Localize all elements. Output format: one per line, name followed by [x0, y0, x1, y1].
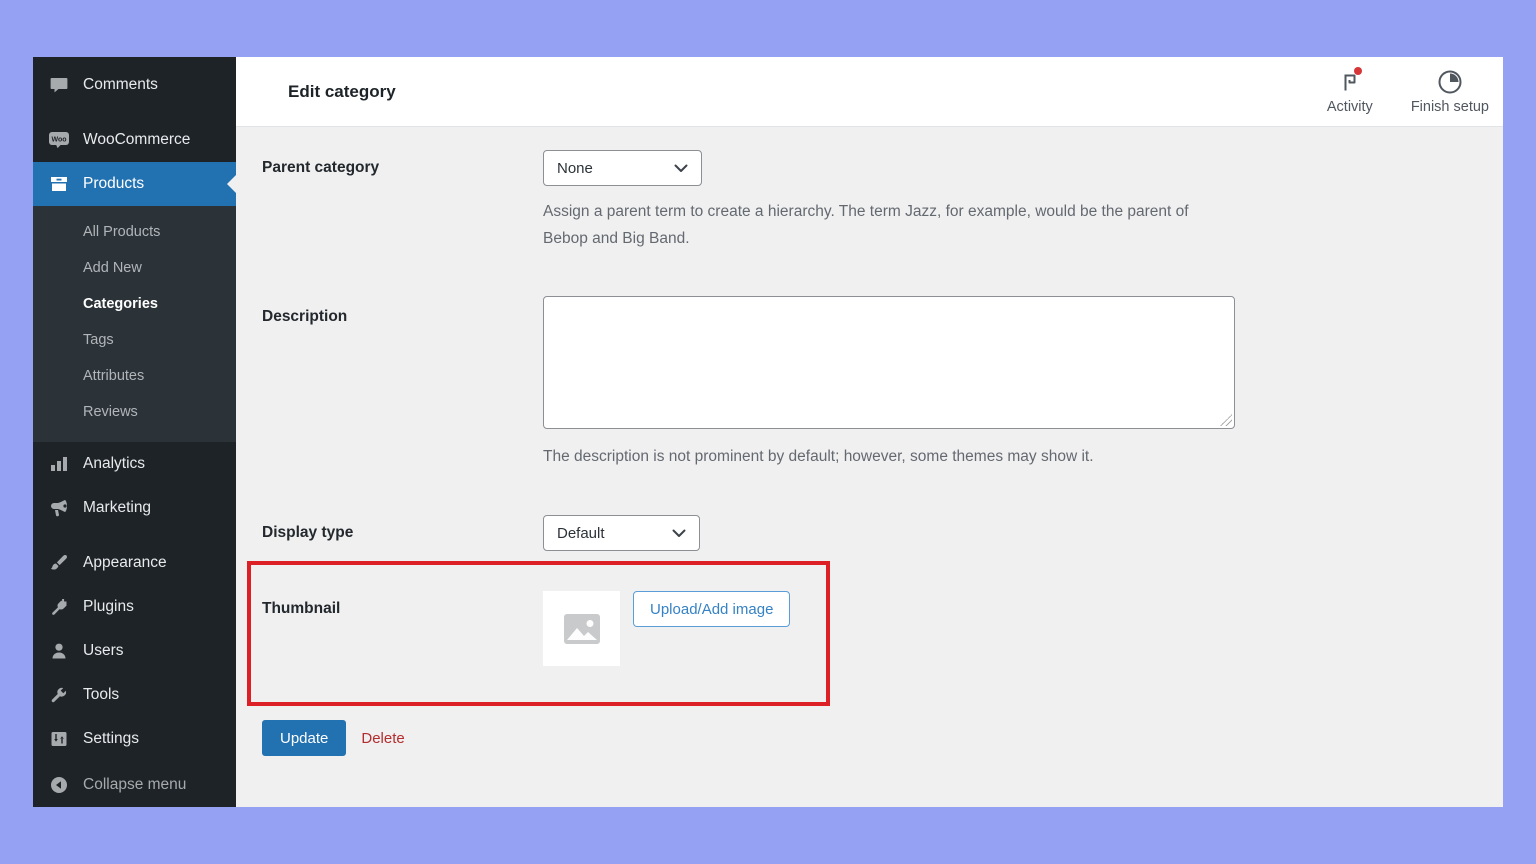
sidebar-item-label: Users [83, 642, 123, 660]
plugins-icon [48, 596, 70, 618]
sidebar-item-analytics[interactable]: Analytics [33, 442, 236, 486]
sidebar-item-settings[interactable]: Settings [33, 717, 236, 761]
edit-category-form: Parent category None Assign a parent ter… [236, 127, 1503, 807]
svg-text:Woo: Woo [51, 137, 66, 144]
parent-category-value: None [557, 160, 593, 177]
description-row: Description The description is not promi… [236, 296, 1503, 470]
products-icon [48, 173, 70, 195]
thumbnail-row: Thumbnail Upload/Add image [251, 591, 826, 666]
admin-window: Comments Woo WooCommerce Produc [33, 57, 1503, 807]
marketing-icon [48, 497, 70, 519]
delete-link[interactable]: Delete [361, 730, 404, 747]
description-label: Description [236, 296, 543, 326]
sidebar-item-label: WooCommerce [83, 131, 190, 149]
sidebar-item-users[interactable]: Users [33, 629, 236, 673]
sidebar-item-products[interactable]: Products [33, 162, 236, 206]
thumbnail-annotation-highlight: Thumbnail Upload/Add image [247, 561, 830, 706]
appearance-icon [48, 552, 70, 574]
main-area: Edit category Activity [236, 57, 1503, 807]
submenu-item-tags[interactable]: Tags [33, 322, 236, 358]
parent-category-select[interactable]: None [543, 150, 702, 186]
sidebar-item-label: Tools [83, 686, 119, 704]
sidebar-item-marketing[interactable]: Marketing [33, 486, 236, 530]
sidebar-item-appearance[interactable]: Appearance [33, 542, 236, 586]
topbar-actions: Activity Finish setup [1327, 69, 1503, 115]
activity-flag-icon [1337, 69, 1363, 95]
sidebar-item-label: Products [83, 175, 144, 193]
activity-label: Activity [1327, 99, 1373, 115]
parent-category-help: Assign a parent term to create a hierarc… [543, 198, 1211, 252]
comments-icon [48, 74, 70, 96]
display-type-select[interactable]: Default [543, 515, 700, 551]
thumbnail-label: Thumbnail [251, 591, 543, 618]
resize-grip[interactable] [1220, 414, 1232, 426]
display-type-value: Default [557, 525, 605, 542]
sidebar-item-collapse-menu[interactable]: Collapse menu [33, 763, 236, 807]
chevron-down-icon [672, 529, 686, 538]
update-button[interactable]: Update [262, 720, 346, 756]
display-type-row: Display type Default [236, 515, 1503, 551]
description-textarea[interactable] [543, 296, 1235, 429]
products-submenu: All Products Add New Categories Tags Att… [33, 206, 236, 442]
unread-badge [1354, 67, 1362, 75]
analytics-icon [48, 453, 70, 475]
sidebar-item-label: Analytics [83, 455, 145, 473]
tools-icon [48, 684, 70, 706]
image-placeholder-icon [563, 613, 601, 645]
submenu-item-reviews[interactable]: Reviews [33, 394, 236, 430]
sidebar-item-label: Comments [83, 76, 158, 94]
parent-category-row: Parent category None Assign a parent ter… [236, 150, 1503, 252]
page-title: Edit category [236, 82, 396, 102]
form-actions: Update Delete [236, 720, 1503, 756]
submenu-item-all-products[interactable]: All Products [33, 214, 236, 250]
sidebar-separator [33, 107, 236, 118]
sidebar-item-label: Settings [83, 730, 139, 748]
sidebar-item-woocommerce[interactable]: Woo WooCommerce [33, 118, 236, 162]
sidebar-item-comments[interactable]: Comments [33, 63, 236, 107]
sidebar-item-label: Marketing [83, 499, 151, 517]
chevron-down-icon [674, 164, 688, 173]
sidebar-separator [33, 530, 236, 541]
finish-setup-label: Finish setup [1411, 99, 1489, 115]
sidebar-item-label: Appearance [83, 554, 167, 572]
sidebar-item-plugins[interactable]: Plugins [33, 585, 236, 629]
sidebar-item-label: Collapse menu [83, 776, 186, 794]
finish-setup-button[interactable]: Finish setup [1411, 69, 1489, 115]
sidebar-item-tools[interactable]: Tools [33, 673, 236, 717]
activity-button[interactable]: Activity [1327, 69, 1373, 115]
submenu-item-add-new[interactable]: Add New [33, 250, 236, 286]
upload-add-image-button[interactable]: Upload/Add image [633, 591, 790, 627]
settings-icon [48, 728, 70, 750]
submenu-item-attributes[interactable]: Attributes [33, 358, 236, 394]
parent-category-label: Parent category [236, 150, 543, 177]
topbar: Edit category Activity [236, 57, 1503, 127]
users-icon [48, 640, 70, 662]
sidebar-item-label: Plugins [83, 598, 134, 616]
collapse-icon [48, 774, 70, 796]
thumbnail-placeholder [543, 591, 620, 666]
display-type-label: Display type [236, 515, 543, 542]
admin-sidebar: Comments Woo WooCommerce Produc [33, 57, 236, 807]
finish-setup-pie-icon [1437, 69, 1463, 95]
submenu-item-categories[interactable]: Categories [33, 286, 236, 322]
woocommerce-icon: Woo [48, 129, 70, 151]
description-help: The description is not prominent by defa… [543, 443, 1211, 470]
